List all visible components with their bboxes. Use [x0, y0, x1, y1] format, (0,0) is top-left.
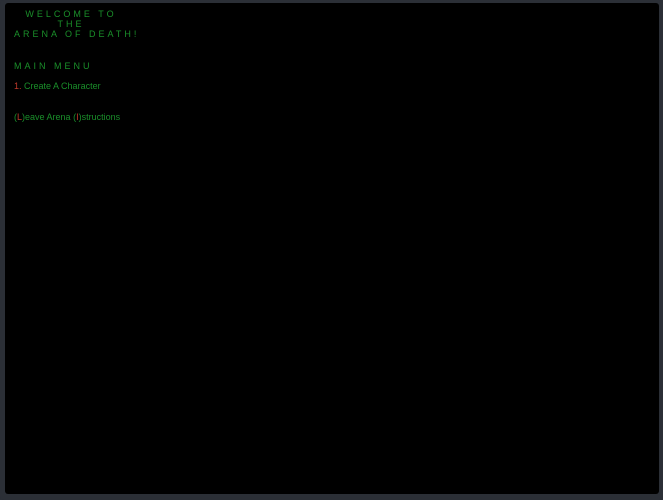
menu-item-instructions[interactable]: (I)structions — [73, 112, 120, 122]
game-screen: WELCOME TO THE ARENA OF DEATH! MAIN MENU… — [5, 3, 659, 494]
leave-arena-label: eave Arena — [25, 112, 71, 122]
window-frame: WELCOME TO THE ARENA OF DEATH! MAIN MENU… — [0, 0, 663, 500]
menu-row-bottom: (L)eave Arena (I)structions — [14, 112, 120, 122]
welcome-line-3: ARENA OF DEATH! — [14, 29, 140, 39]
welcome-banner: WELCOME TO THE ARENA OF DEATH! — [14, 9, 140, 39]
welcome-line-2: THE — [57, 19, 85, 29]
menu-item-leave-arena[interactable]: (L)eave Arena — [14, 112, 71, 122]
instructions-label: structions — [81, 112, 121, 122]
welcome-line-1: WELCOME TO — [25, 9, 117, 19]
create-character-label: Create A Character — [24, 81, 101, 91]
menu-item-create-character[interactable]: 1. Create A Character — [14, 81, 101, 91]
main-menu-title: MAIN MENU — [14, 61, 93, 71]
hotkey-1: 1. — [14, 81, 22, 91]
